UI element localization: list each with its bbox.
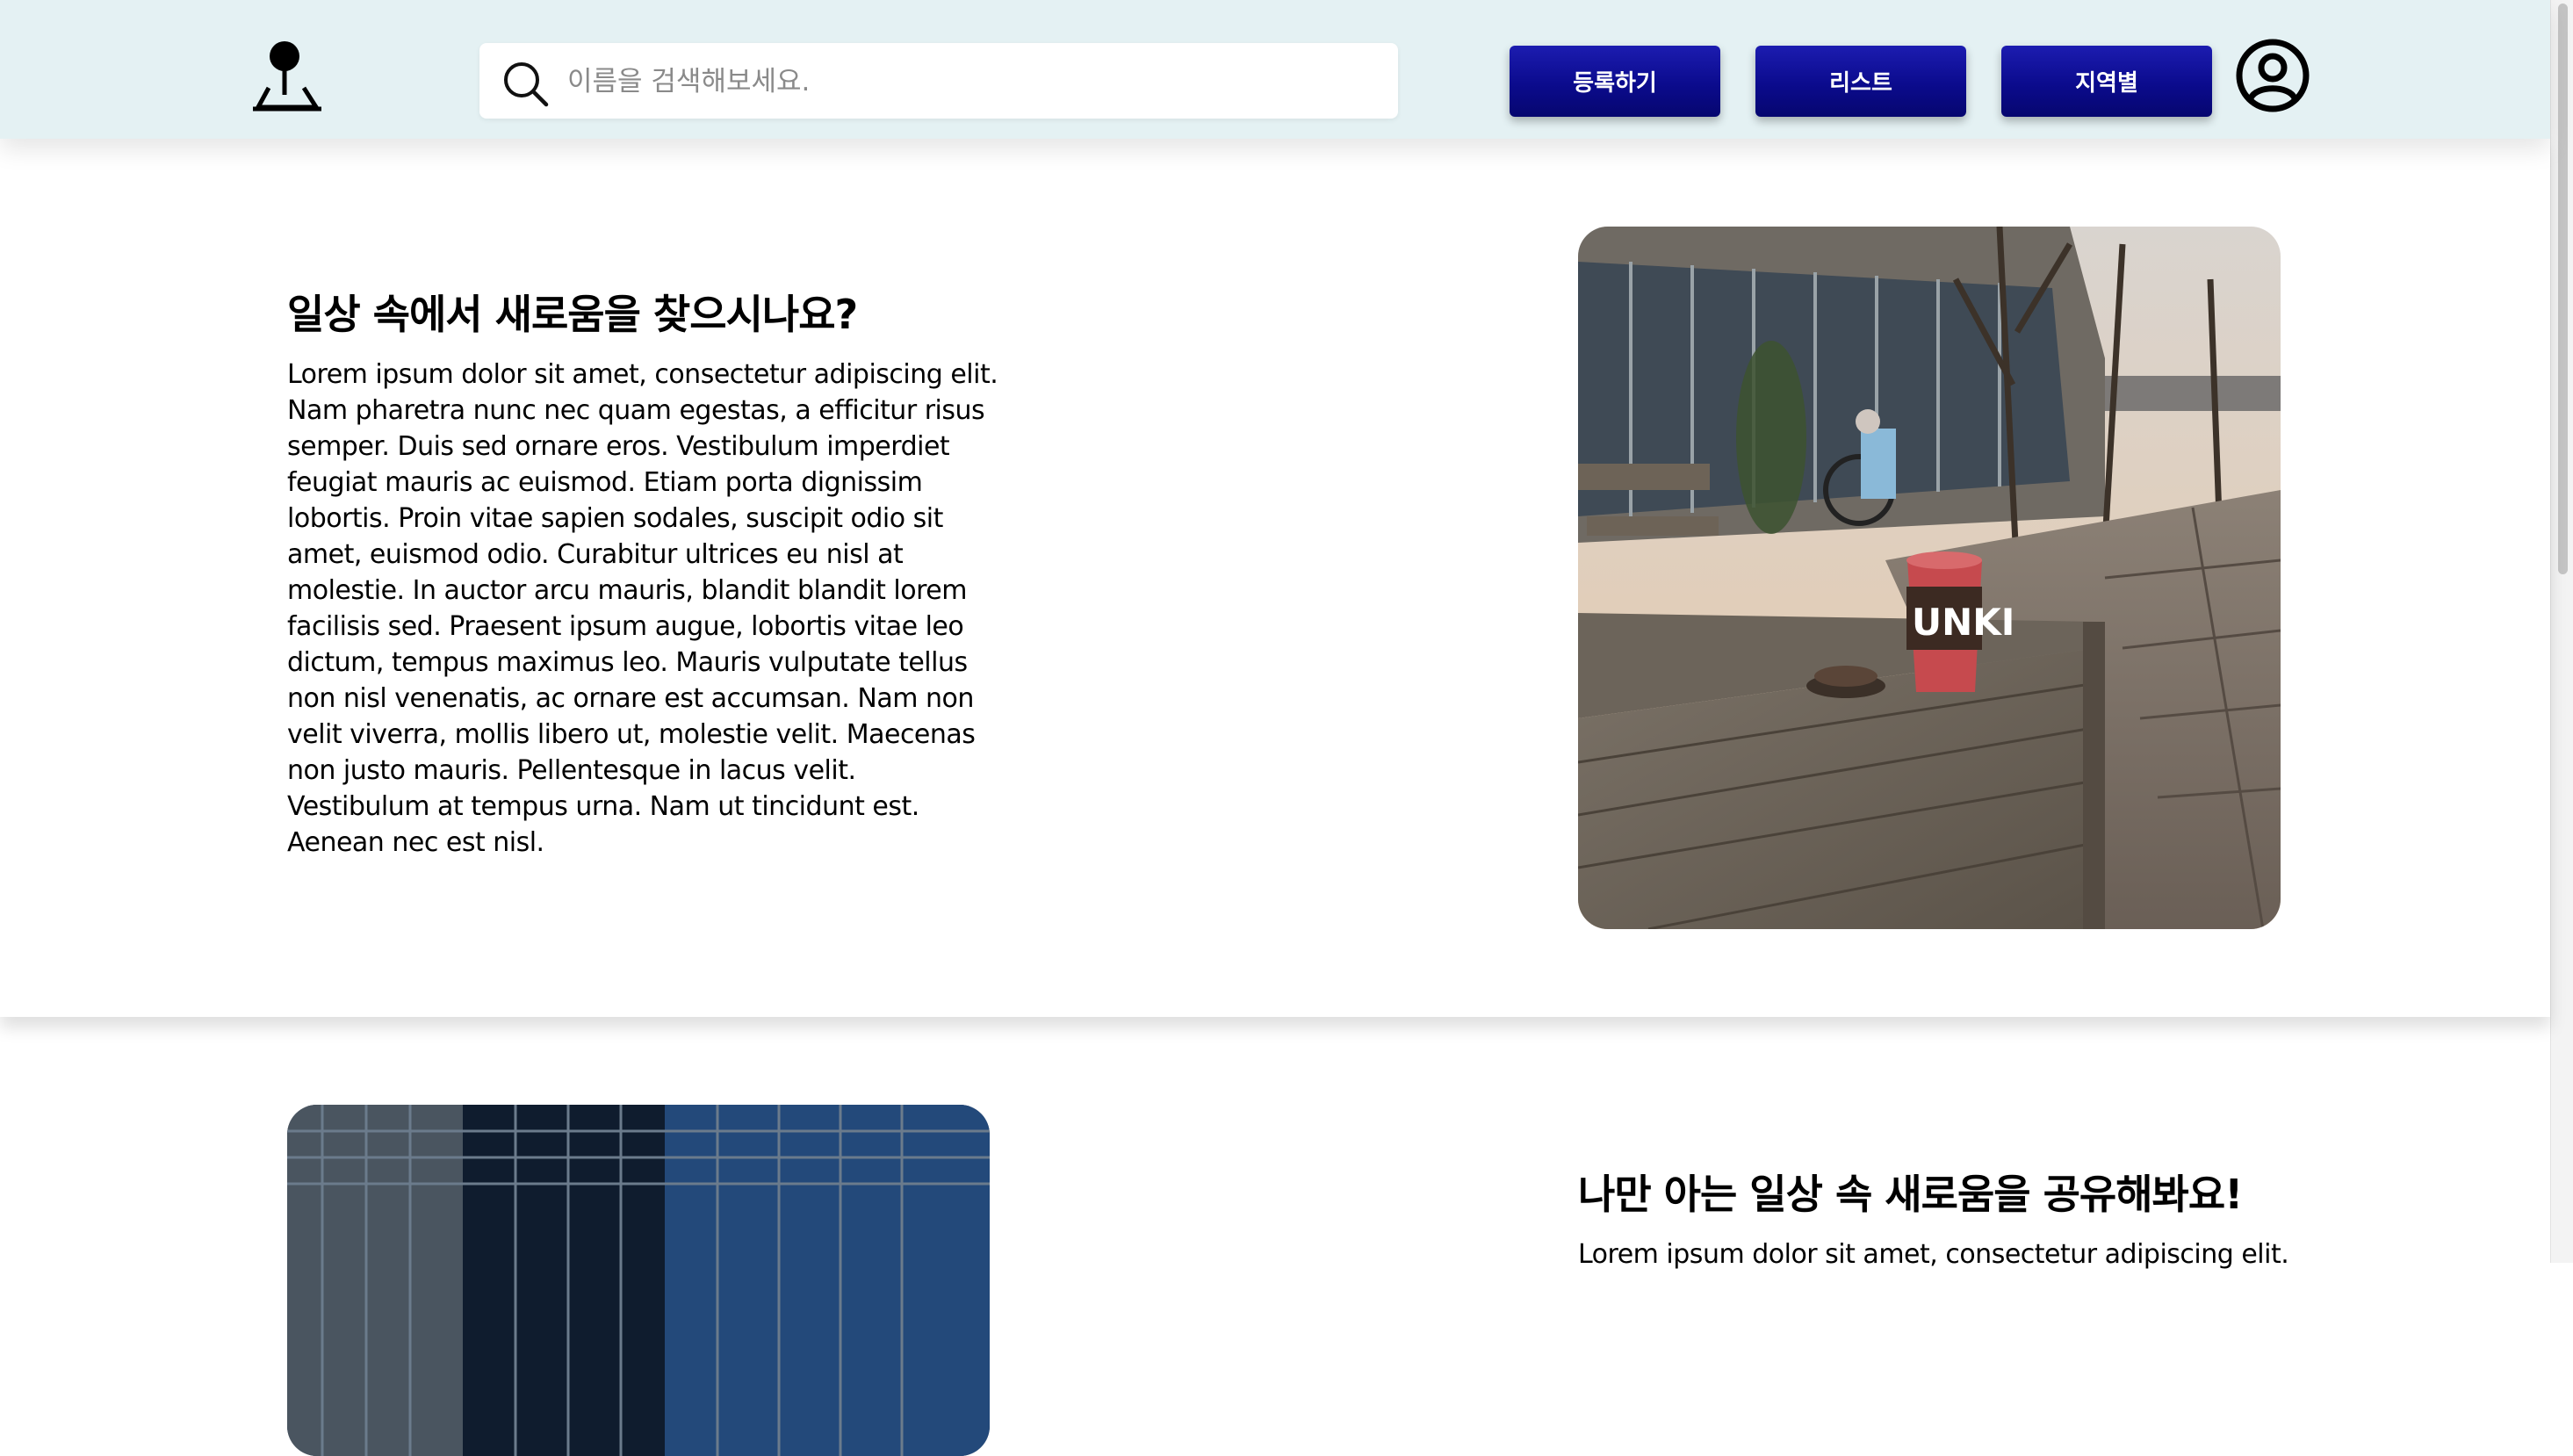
intro-section: 일상 속에서 새로움을 찾으시나요? Lorem ipsum dolor sit… xyxy=(0,139,2550,1017)
user-circle-icon[interactable] xyxy=(2235,38,2310,113)
cafe-street-photo: UNKI xyxy=(1578,227,2281,929)
section-title: 나만 아는 일상 속 새로움을 공유해봐요! xyxy=(1578,1171,2243,1218)
top-navbar: 등록하기 리스트 지역별 xyxy=(0,0,2550,139)
share-section: 나만 아는 일상 속 새로움을 공유해봐요! Lorem ipsum dolor… xyxy=(0,1019,2550,1456)
map-pin-icon[interactable] xyxy=(248,39,325,114)
glass-building-illustration xyxy=(287,1105,990,1456)
region-button[interactable]: 지역별 xyxy=(2001,46,2212,117)
search-icon[interactable] xyxy=(501,59,550,108)
section-body: Lorem ipsum dolor sit amet, consectetur … xyxy=(287,359,998,858)
building-photo xyxy=(287,1105,990,1456)
section-body: Lorem ipsum dolor sit amet, consectetur … xyxy=(1578,1239,2289,1270)
search-bar[interactable] xyxy=(479,43,1398,119)
cup-label: UNKI xyxy=(1912,601,2014,644)
section-title: 일상 속에서 새로움을 찾으시나요? xyxy=(287,291,858,338)
list-button[interactable]: 리스트 xyxy=(1755,46,1966,117)
scrollbar-thumb[interactable] xyxy=(2558,4,2568,574)
page-scrollbar[interactable] xyxy=(2550,0,2573,1263)
search-input[interactable] xyxy=(566,55,1359,108)
register-button[interactable]: 등록하기 xyxy=(1510,46,1720,117)
cafe-street-illustration: UNKI xyxy=(1578,227,2281,929)
